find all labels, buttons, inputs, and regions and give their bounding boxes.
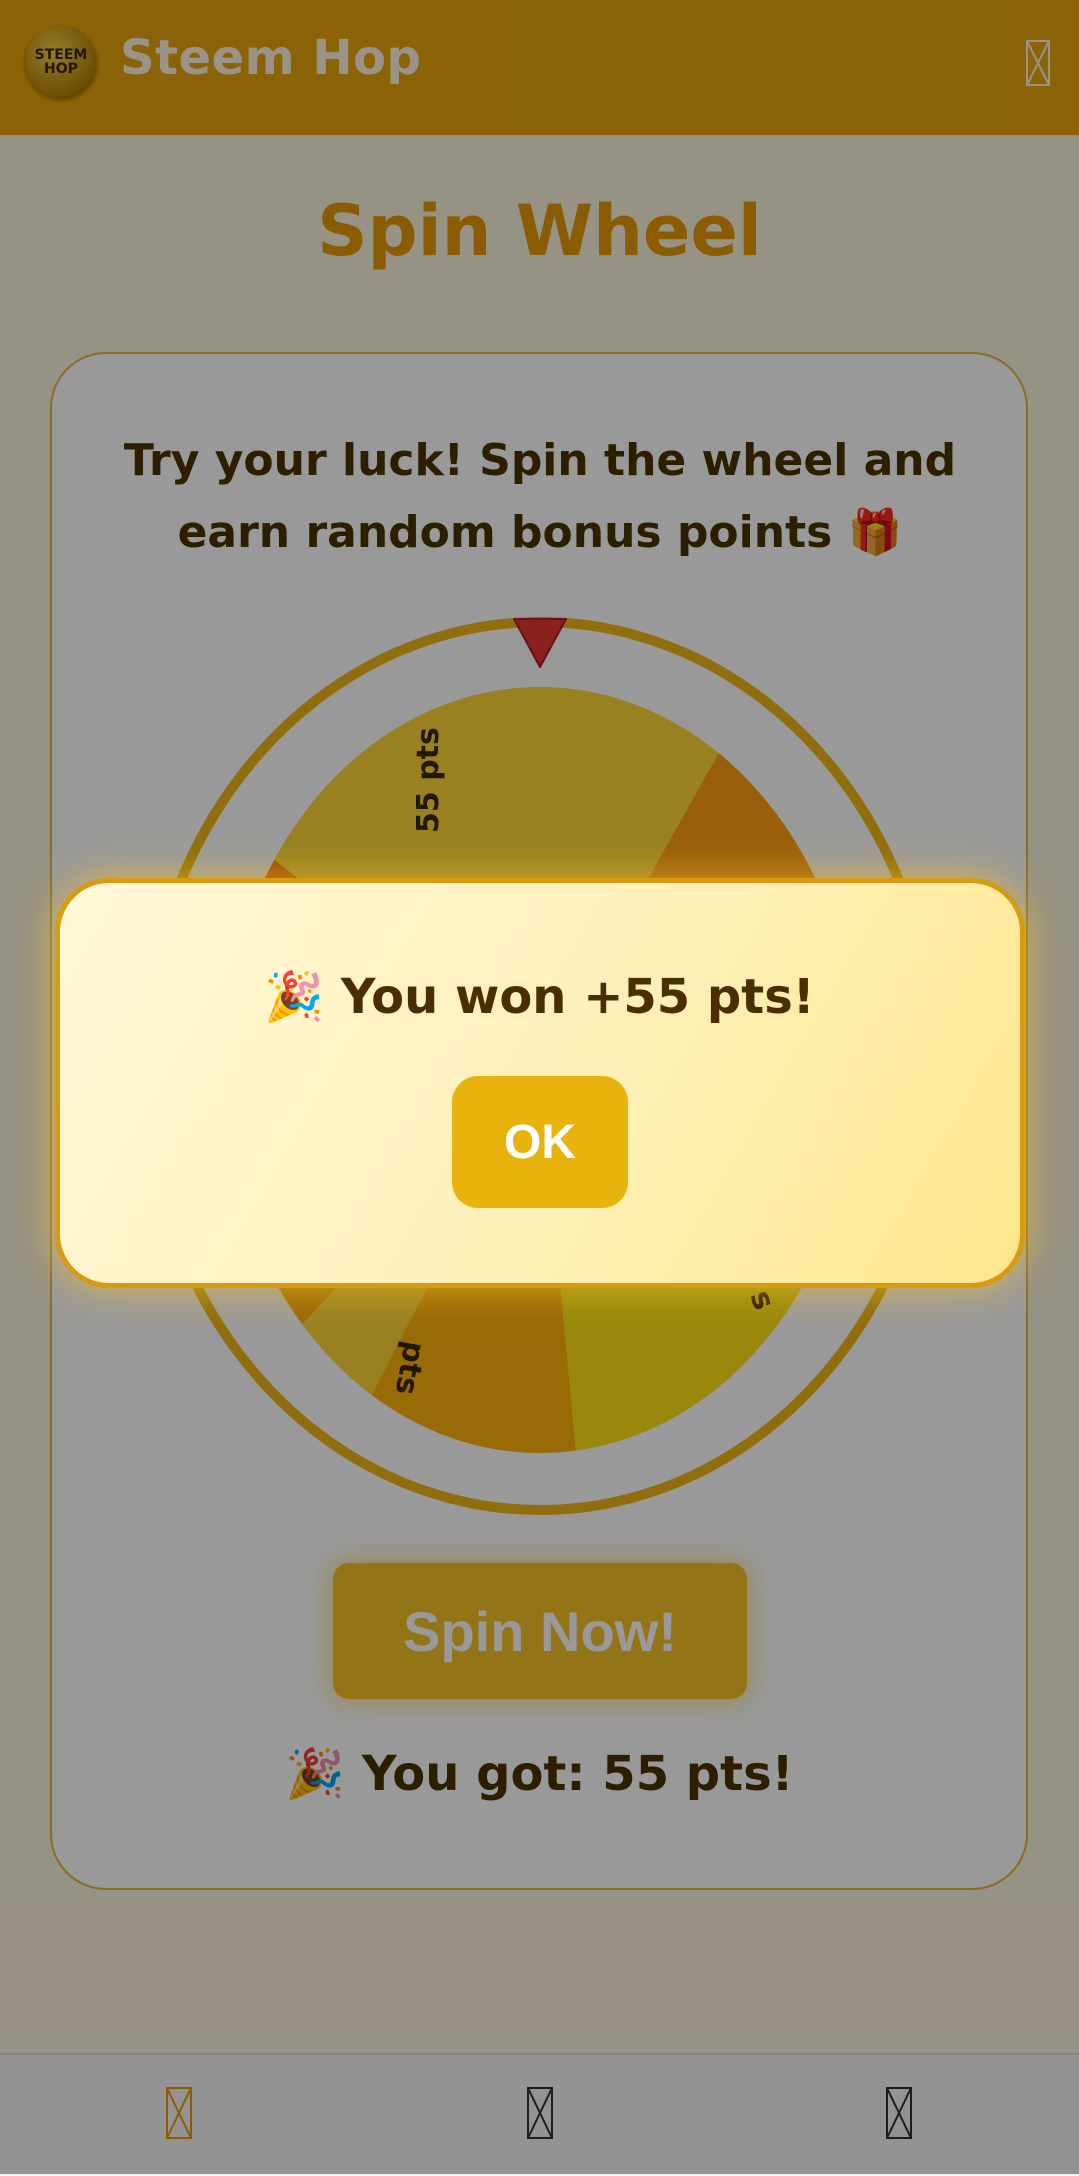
win-message: 🎉 You won +55 pts! bbox=[264, 969, 815, 1025]
ok-button[interactable]: OK bbox=[452, 1076, 628, 1208]
